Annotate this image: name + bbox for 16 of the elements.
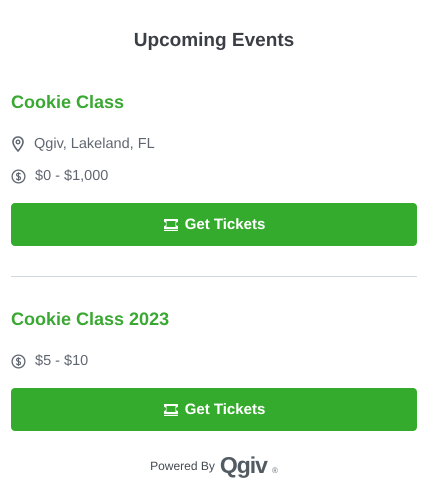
get-tickets-button[interactable]: Get Tickets bbox=[11, 203, 417, 246]
registered-mark: ® bbox=[272, 466, 278, 475]
event-title: Cookie Class bbox=[11, 91, 126, 114]
brand-logo[interactable]: Qgiv bbox=[220, 452, 267, 479]
get-tickets-button[interactable]: Get Tickets bbox=[11, 388, 417, 431]
event-price: $0 - $1,000 bbox=[35, 168, 108, 184]
ticket-icon bbox=[162, 218, 179, 231]
event-price: $5 - $10 bbox=[35, 353, 88, 369]
event-location: Qgiv, Lakeland, FL bbox=[34, 136, 155, 152]
event-title: Cookie Class 2023 bbox=[11, 308, 170, 331]
dollar-icon bbox=[11, 354, 26, 368]
ticket-icon bbox=[162, 403, 179, 416]
dollar-icon bbox=[11, 168, 26, 184]
location-pin-icon bbox=[11, 136, 25, 152]
powered-by-label: Powered By bbox=[150, 458, 215, 472]
page-title: Upcoming Events bbox=[132, 29, 296, 53]
